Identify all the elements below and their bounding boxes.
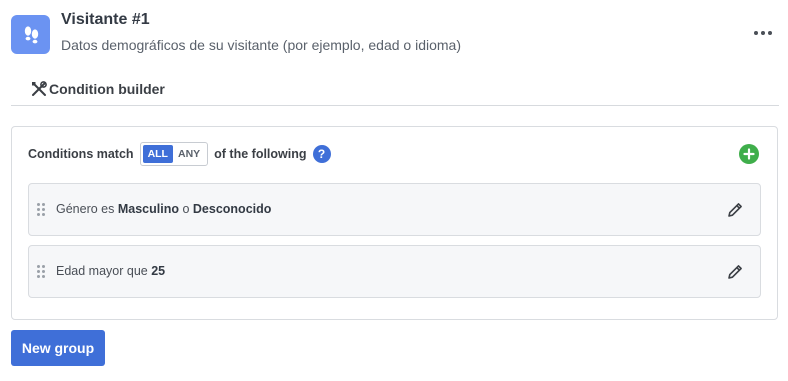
new-group-button[interactable]: New group [11,330,105,366]
tab-bar: Condition builder [11,78,779,106]
condition-rule: Género es Masculino o Desconocido [28,183,761,236]
conditions-match-label: Conditions match [28,147,134,161]
edit-pencil-icon[interactable] [726,201,744,219]
segment-subtitle: Datos demográficos de su visitante (por … [61,37,461,53]
tools-icon [29,78,49,100]
footprints-icon [11,15,50,54]
condition-rule: Edad mayor que 25 [28,245,761,298]
drag-handle-icon[interactable] [37,203,47,217]
match-toggle: ALL ANY [139,142,209,166]
match-all-option[interactable]: ALL [142,145,173,163]
help-icon[interactable]: ? [312,145,331,163]
conditions-match-row: Conditions match ALL ANY of the followin… [28,142,331,166]
tab-label: Condition builder [49,81,165,97]
condition-text: Edad mayor que 25 [56,264,166,278]
add-condition-icon[interactable] [739,144,759,164]
tab-condition-builder[interactable]: Condition builder [29,78,165,106]
of-following-label: of the following [214,147,307,161]
condition-group: Conditions match ALL ANY of the followin… [11,126,778,320]
segment-title: Visitante #1 [61,11,150,28]
drag-handle-icon[interactable] [37,265,47,279]
segment-header: Visitante #1 Datos demográficos de su vi… [11,11,778,57]
match-any-option[interactable]: ANY [173,145,205,163]
more-options-icon[interactable] [752,25,774,41]
condition-text: Género es Masculino o Desconocido [56,202,272,216]
edit-pencil-icon[interactable] [726,263,744,281]
